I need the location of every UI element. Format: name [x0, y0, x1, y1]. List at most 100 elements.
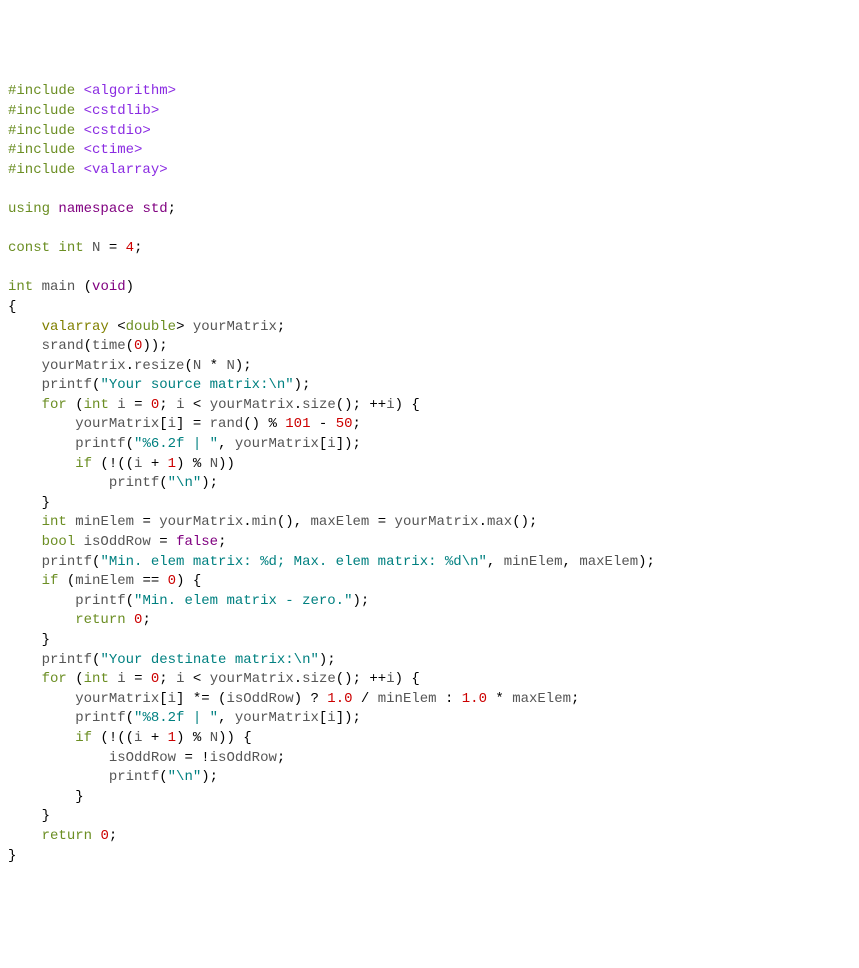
token-header: <cstdlib>	[84, 103, 160, 119]
code-line: return 0;	[8, 827, 851, 847]
token-punct: ) {	[176, 573, 201, 589]
token-punct	[8, 397, 42, 413]
token-punct: ] =	[176, 416, 210, 432]
token-kw-preproc: #include	[8, 162, 75, 178]
code-line	[8, 259, 851, 279]
token-punct: );	[235, 358, 252, 374]
token-punct: -	[311, 416, 336, 432]
token-punct: >	[176, 319, 193, 335]
token-punct	[75, 162, 83, 178]
token-ident: yourMatrix	[159, 514, 243, 530]
token-punct: (); ++	[336, 397, 386, 413]
token-ident: printf	[42, 652, 92, 668]
token-punct: ,	[487, 554, 504, 570]
token-ident: maxElem	[311, 514, 370, 530]
token-ident: yourMatrix	[75, 416, 159, 432]
token-num: 1.0	[327, 691, 352, 707]
token-punct	[8, 358, 42, 374]
token-kw-green: const	[8, 240, 50, 256]
token-kw-preproc: #include	[8, 142, 75, 158]
token-punct	[75, 534, 83, 550]
token-punct	[8, 475, 109, 491]
token-punct: );	[294, 377, 311, 393]
token-punct	[109, 397, 117, 413]
token-punct: ;	[571, 691, 579, 707]
token-punct: =	[126, 397, 151, 413]
token-punct: (	[126, 436, 134, 452]
token-kw-green: if	[42, 573, 59, 589]
token-punct: }	[8, 632, 50, 648]
token-ident: yourMatrix	[235, 436, 319, 452]
code-line: if (!((i + 1) % N)) {	[8, 729, 851, 749]
token-ident: i	[327, 710, 335, 726]
code-line: yourMatrix.resize(N * N);	[8, 357, 851, 377]
token-ident: i	[386, 397, 394, 413]
code-line: using namespace std;	[8, 200, 851, 220]
token-punct	[33, 279, 41, 295]
token-punct	[8, 554, 42, 570]
token-string: "%6.2f | "	[134, 436, 218, 452]
token-ident: N	[193, 358, 201, 374]
token-ident: i	[168, 416, 176, 432]
token-punct: ;	[168, 201, 176, 217]
token-ident: i	[176, 671, 184, 687]
token-punct	[8, 710, 75, 726]
token-ident: maxElem	[512, 691, 571, 707]
token-punct	[8, 436, 75, 452]
token-punct	[75, 123, 83, 139]
token-punct	[8, 593, 75, 609]
token-punct: .	[294, 397, 302, 413]
token-punct: ;	[134, 240, 142, 256]
token-punct: ;	[142, 612, 150, 628]
token-punct: ));	[142, 338, 167, 354]
code-line: printf("Min. elem matrix: %d; Max. elem …	[8, 553, 851, 573]
token-punct: ) {	[395, 397, 420, 413]
token-string: "\n"	[168, 475, 202, 491]
token-string: "Min. elem matrix: %d; Max. elem matrix:…	[100, 554, 486, 570]
code-line: printf("\n");	[8, 474, 851, 494]
token-ident: yourMatrix	[42, 358, 126, 374]
code-line: bool isOddRow = false;	[8, 533, 851, 553]
token-kw-green: bool	[42, 534, 76, 550]
token-ident: printf	[109, 769, 159, 785]
token-brace: }	[8, 848, 16, 864]
token-punct: () %	[243, 416, 285, 432]
token-num: 101	[285, 416, 310, 432]
token-punct: :	[437, 691, 462, 707]
token-num: 0	[100, 828, 108, 844]
token-punct	[8, 514, 42, 530]
token-std: std	[142, 201, 167, 217]
code-line: int minElem = yourMatrix.min(), maxElem …	[8, 513, 851, 533]
code-line: }	[8, 631, 851, 651]
token-punct: .	[126, 358, 134, 374]
token-string: "%8.2f | "	[134, 710, 218, 726]
token-punct: ))	[218, 456, 235, 472]
token-ident: i	[176, 397, 184, 413]
token-ident: size	[302, 397, 336, 413]
code-line: }	[8, 788, 851, 808]
token-punct: ) %	[176, 456, 210, 472]
token-punct: (	[67, 397, 84, 413]
token-punct: ] *= (	[176, 691, 226, 707]
token-punct	[8, 652, 42, 668]
token-ident: srand	[42, 338, 84, 354]
token-num: 4	[126, 240, 134, 256]
token-kw-green: for	[42, 671, 67, 687]
token-ident: i	[168, 691, 176, 707]
code-line: srand(time(0));	[8, 337, 851, 357]
code-line	[8, 220, 851, 240]
token-punct: ]);	[336, 710, 361, 726]
token-punct: +	[142, 456, 167, 472]
token-kw-green: return	[75, 612, 125, 628]
code-line: printf("%6.2f | ", yourMatrix[i]);	[8, 435, 851, 455]
token-punct: ]);	[336, 436, 361, 452]
token-kw-green: return	[42, 828, 92, 844]
code-line	[8, 180, 851, 200]
token-punct: ,	[563, 554, 580, 570]
token-punct: (!((	[92, 456, 134, 472]
token-punct: (	[67, 671, 84, 687]
token-ident: i	[386, 671, 394, 687]
token-kw-green: if	[75, 456, 92, 472]
token-kw-green: int	[58, 240, 83, 256]
code-line: #include <ctime>	[8, 141, 851, 161]
